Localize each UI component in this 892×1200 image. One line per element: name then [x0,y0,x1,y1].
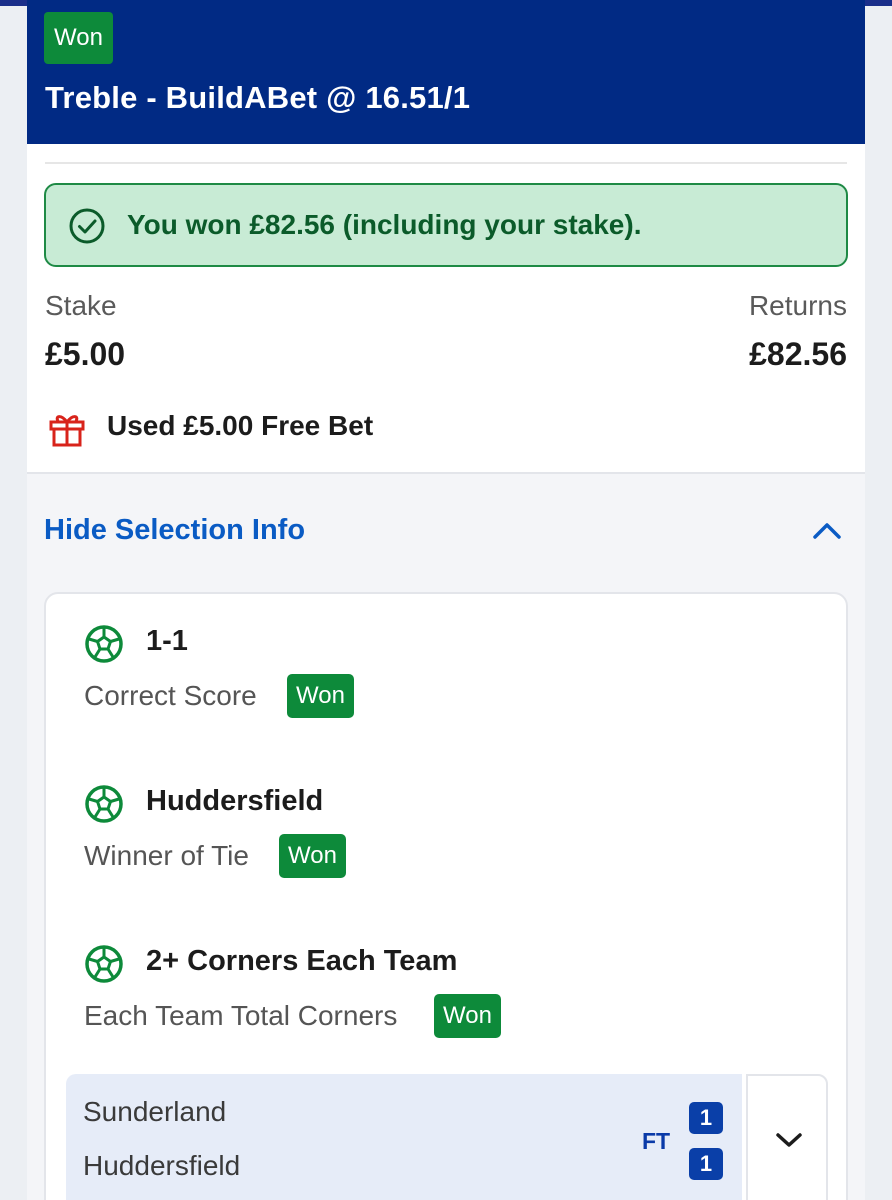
selection-name: 2+ Corners Each Team [146,945,458,977]
selection-name: Huddersfield [146,785,324,817]
event-result-row: Sunderland Huddersfield FT 1 1 [66,1074,828,1200]
selection-market: Winner of Tie [84,840,249,871]
home-team: Sunderland [83,1096,227,1127]
match-status: FT [642,1128,671,1154]
home-score: 1 [689,1102,723,1134]
selection-market: Correct Score [84,680,257,711]
football-icon [85,785,123,823]
bet-title: Treble - BuildABet @ 16.51/1 [45,80,471,115]
divider [45,162,847,164]
football-icon [85,625,123,663]
bet-header: Won Treble - BuildABet @ 16.51/1 [27,0,865,144]
chevron-up-icon[interactable] [811,520,843,542]
football-icon [85,945,123,983]
stake-label: Stake [45,290,117,321]
expand-event-button[interactable] [746,1074,828,1200]
stake-value: £5.00 [45,336,126,372]
bet-receipt-page: Won Treble - BuildABet @ 16.51/1 You won… [0,0,892,1200]
bet-card: Won Treble - BuildABet @ 16.51/1 You won… [27,0,865,1200]
away-score: 1 [689,1148,723,1180]
away-team: Huddersfield [83,1150,241,1181]
hide-selection-info-link[interactable]: Hide Selection Info [44,514,305,547]
selection-name: 1-1 [146,625,188,657]
gift-icon [49,415,85,447]
result-badge: Won [287,674,354,718]
free-bet-text: Used £5.00 Free Bet [107,410,374,441]
returns-label: Returns [748,290,847,321]
win-message: You won £82.56 (including your stake). [127,209,642,240]
selection-info-section: Hide Selection Info 1-1 Correct Score Wo… [27,472,865,1200]
result-badge: Won [279,834,346,878]
chevron-down-icon [776,1133,802,1147]
status-badge: Won [44,12,113,64]
selections-card: 1-1 Correct Score Won Huddersfield Winne… [44,592,848,1200]
win-banner: You won £82.56 (including your stake). [44,183,848,267]
check-circle-icon [69,208,105,244]
event-summary[interactable]: Sunderland Huddersfield FT 1 1 [66,1074,742,1200]
returns-value: £82.56 [749,336,847,372]
result-badge: Won [434,994,501,1038]
selection-market: Each Team Total Corners [84,1000,398,1031]
